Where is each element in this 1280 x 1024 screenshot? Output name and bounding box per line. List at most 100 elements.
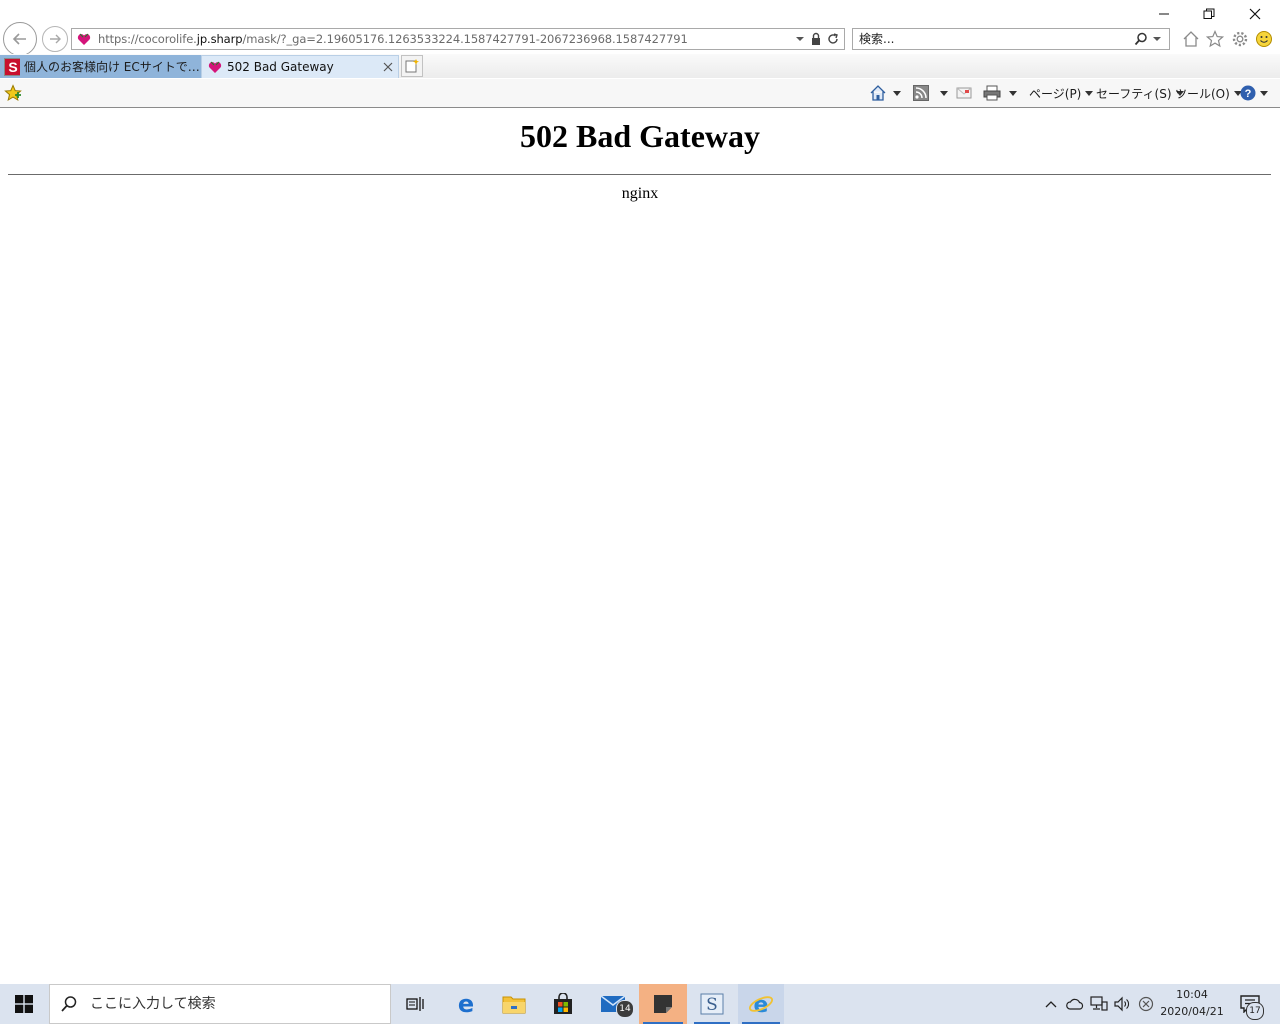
safety-menu-label: セーフティ(S) <box>1096 86 1172 101</box>
action-center-button[interactable]: 17 <box>1230 984 1270 1024</box>
status-button[interactable] <box>1135 984 1157 1024</box>
address-bar[interactable]: https://cocorolife.jp.sharp/mask/?_ga=2.… <box>71 28 845 50</box>
safety-menu[interactable]: セーフティ(S) <box>1096 84 1184 102</box>
new-tab-icon <box>405 59 419 73</box>
favorites-button[interactable] <box>1205 29 1225 49</box>
page-menu[interactable]: ページ(P) <box>1029 84 1094 102</box>
gear-icon <box>1232 31 1248 47</box>
cloud-icon <box>1066 998 1084 1010</box>
start-button[interactable] <box>0 984 48 1024</box>
edge-icon: e <box>458 992 474 1016</box>
mail-badge: 14 <box>616 1000 634 1018</box>
feeds-button[interactable] <box>913 84 948 102</box>
home-menu-button[interactable] <box>869 84 901 102</box>
chevron-down-icon <box>1260 90 1268 96</box>
search-input[interactable] <box>859 32 1119 46</box>
taskbar-store[interactable] <box>541 984 585 1024</box>
tools-menu-label: ツール(O) <box>1175 86 1230 101</box>
search-icon[interactable] <box>1134 32 1148 46</box>
svg-text:S: S <box>8 59 17 75</box>
url-prefix: https://cocorolife. <box>98 32 197 46</box>
restore-icon <box>1203 8 1215 19</box>
search-icon <box>61 996 77 1012</box>
taskbar-app-s[interactable]: S <box>690 984 734 1024</box>
volume-button[interactable] <box>1112 984 1134 1024</box>
clock-date: 2020/04/21 <box>1160 1005 1224 1018</box>
mail-icon <box>956 87 972 99</box>
taskbar-search[interactable] <box>49 984 391 1024</box>
app-s-icon: S <box>700 993 724 1015</box>
clock[interactable]: 10:04 2020/04/21 <box>1160 986 1224 1022</box>
sharp-s-icon: S <box>4 57 20 76</box>
page-content: 502 Bad Gateway nginx <box>0 108 1280 984</box>
search-box[interactable] <box>852 28 1170 50</box>
minimize-button[interactable] <box>1141 0 1187 28</box>
page-menu-label: ページ(P) <box>1029 86 1082 101</box>
settings-button[interactable] <box>1230 29 1250 49</box>
clock-time: 10:04 <box>1176 988 1208 1001</box>
folder-icon <box>502 996 526 1014</box>
rss-feed-icon <box>913 85 929 101</box>
store-bag-icon <box>554 993 572 1014</box>
address-dropdown-icon[interactable] <box>794 33 806 45</box>
back-arrow-icon <box>12 33 26 45</box>
address-url[interactable]: https://cocorolife.jp.sharp/mask/?_ga=2.… <box>98 32 794 46</box>
disconnected-circle-icon <box>1138 996 1154 1012</box>
tab-label: 502 Bad Gateway <box>227 60 334 74</box>
lock-icon[interactable] <box>809 32 823 46</box>
taskbar-mail[interactable]: 14 <box>590 984 636 1024</box>
network-button[interactable] <box>1088 984 1110 1024</box>
task-view-button[interactable] <box>394 984 438 1024</box>
tab-502-bad-gateway[interactable]: 502 Bad Gateway <box>201 55 399 78</box>
home-button[interactable] <box>1181 29 1201 49</box>
print-button[interactable] <box>983 84 1017 102</box>
chevron-down-icon <box>940 90 948 96</box>
onedrive-button[interactable] <box>1064 984 1086 1024</box>
back-button[interactable] <box>3 22 37 56</box>
error-heading: 502 Bad Gateway <box>520 118 760 154</box>
svg-text:e: e <box>458 992 474 1016</box>
search-dropdown-icon[interactable] <box>1151 33 1163 45</box>
taskbar-internet-explorer[interactable]: e <box>738 984 784 1024</box>
close-tab-icon[interactable] <box>382 61 394 73</box>
url-path: /mask/?_ga=2.19605176.1263533224.1587427… <box>242 32 688 46</box>
tab-strip: S 個人のお客様向け ECサイトでのマ... 502 Bad Gateway <box>0 54 1280 78</box>
tools-menu[interactable]: ツール(O) <box>1175 84 1242 102</box>
smiley-icon <box>1256 31 1272 47</box>
divider <box>8 174 1271 175</box>
printer-icon <box>983 85 1001 101</box>
tab-ec-site[interactable]: S 個人のお客様向け ECサイトでのマ... <box>0 55 201 78</box>
sticky-notes-icon <box>654 995 672 1013</box>
chevron-down-icon <box>1085 90 1094 96</box>
home-icon <box>1183 31 1199 47</box>
heart-favicon-icon <box>77 33 91 45</box>
refresh-icon[interactable] <box>826 32 840 46</box>
taskbar-edge[interactable]: e <box>444 984 488 1024</box>
taskbar-search-input[interactable] <box>88 995 372 1013</box>
notification-badge: 17 <box>1246 1002 1264 1020</box>
home-icon <box>870 85 886 101</box>
chevron-down-icon <box>1009 90 1017 96</box>
new-tab-button[interactable] <box>401 55 423 77</box>
command-bar: ページ(P) セーフティ(S) ツール(O) ? <box>0 79 1280 108</box>
help-menu[interactable]: ? <box>1240 84 1268 102</box>
taskbar: e 14 S e 10:04 2020/04/21 17 <box>0 984 1280 1024</box>
taskbar-file-explorer[interactable] <box>492 984 536 1024</box>
star-icon <box>1206 30 1224 48</box>
close-icon <box>1249 8 1261 20</box>
show-hidden-icons-button[interactable] <box>1042 984 1060 1024</box>
network-icon <box>1090 996 1108 1011</box>
feedback-button[interactable] <box>1254 29 1274 49</box>
add-favorite-button[interactable] <box>4 84 22 102</box>
speaker-icon <box>1114 996 1129 1012</box>
internet-explorer-icon: e <box>749 993 773 1017</box>
forward-arrow-icon <box>50 34 61 44</box>
mail-button[interactable] <box>956 84 972 102</box>
svg-text:?: ? <box>1245 88 1252 100</box>
restore-button[interactable] <box>1186 0 1232 28</box>
close-window-button[interactable] <box>1232 0 1278 28</box>
browser-chrome: https://cocorolife.jp.sharp/mask/?_ga=2.… <box>0 0 1280 108</box>
chevron-up-icon <box>1045 1001 1057 1008</box>
forward-button[interactable] <box>42 26 68 52</box>
taskbar-sticky-notes[interactable] <box>639 984 687 1024</box>
